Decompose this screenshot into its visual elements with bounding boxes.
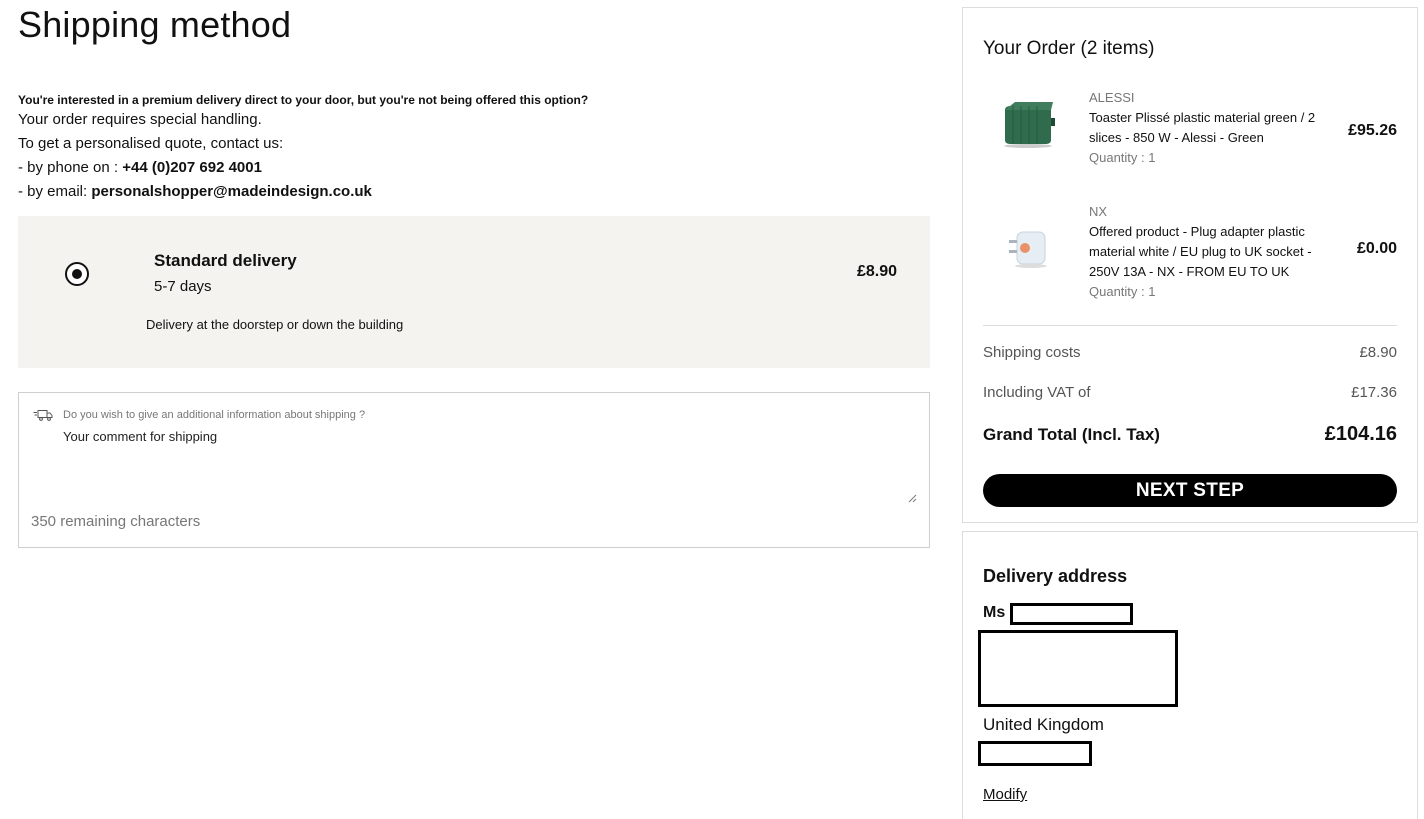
next-step-button[interactable]: NEXT STEP: [983, 474, 1397, 507]
quote-text: To get a personalised quote, contact us:: [18, 135, 284, 152]
item-name[interactable]: Offered product - Plug adapter plastic m…: [1089, 222, 1335, 282]
toaster-product-image: [1004, 102, 1055, 148]
summary-divider: [983, 325, 1397, 326]
shipping-comment-input[interactable]: [59, 427, 919, 505]
shipping-comment-box: Do you wish to give an additional inform…: [18, 392, 930, 548]
email-prefix: - by email:: [18, 183, 92, 200]
truck-icon: [33, 410, 53, 421]
special-handling-text: Your order requires special handling.: [18, 111, 262, 128]
shipping-option-name: Standard delivery: [154, 251, 297, 270]
grand-total-label: Grand Total (Incl. Tax): [983, 424, 1160, 444]
shipping-comment-question: Do you wish to give an additional inform…: [63, 409, 366, 421]
delivery-address-card: Delivery address Ms United Kingdom Modif…: [962, 531, 1418, 819]
resize-grip-icon[interactable]: [907, 493, 917, 503]
shipping-option-standard[interactable]: Standard delivery 5-7 days £8.90 Deliver…: [18, 216, 930, 368]
order-summary: Your Order (2 items) ALESSI Toaster Plis…: [962, 7, 1418, 523]
item-price: £0.00: [1356, 240, 1397, 257]
email-line: - by email: personalshopper@madeindesign…: [18, 180, 918, 204]
address-country: United Kingdom: [983, 715, 1104, 734]
shipping-option-price: £8.90: [856, 263, 897, 280]
phone-prefix: - by phone on :: [18, 159, 123, 176]
standard-delivery-radio[interactable]: [65, 262, 89, 286]
modify-address-link[interactable]: Modify: [983, 786, 1027, 803]
item-brand: ALESSI: [1089, 90, 1135, 105]
vat-label: Including VAT of: [983, 384, 1091, 401]
shipping-option-description: Delivery at the doorstep or down the bui…: [146, 317, 404, 332]
redacted-name: [1010, 603, 1133, 625]
vat-row: Including VAT of £17.36: [983, 384, 1397, 401]
item-quantity: Quantity : 1: [1089, 150, 1156, 165]
item-price: £95.26: [1348, 122, 1397, 139]
order-item: ALESSI Toaster Plissé plastic material g…: [983, 88, 1397, 178]
shipping-costs-row: Shipping costs £8.90: [983, 344, 1397, 361]
plug-adapter-product-image: [1009, 231, 1047, 268]
special-handling-notice: You're interested in a premium delivery …: [18, 92, 918, 204]
shipping-option-days: 5-7 days: [154, 278, 212, 295]
delivery-address-title: Delivery address: [983, 566, 1128, 586]
order-item: NX Offered product - Plug adapter plasti…: [983, 202, 1397, 312]
phone-number[interactable]: +44 (0)207 692 4001: [122, 159, 262, 176]
phone-line: - by phone on : +44 (0)207 692 4001: [18, 156, 918, 180]
premium-delivery-question: You're interested in a premium delivery …: [18, 93, 589, 107]
grand-total-value: £104.16: [1324, 423, 1397, 445]
remaining-characters: 350 remaining characters: [31, 513, 201, 530]
redacted-phone: [978, 741, 1092, 766]
item-quantity: Quantity : 1: [1089, 284, 1156, 299]
page-title: Shipping method: [18, 4, 292, 45]
item-brand: NX: [1089, 204, 1108, 219]
vat-value: £17.36: [1351, 384, 1397, 401]
email-address[interactable]: personalshopper@madeindesign.co.uk: [91, 183, 372, 200]
radio-selected-dot: [72, 269, 82, 279]
address-salutation: Ms: [983, 604, 1006, 621]
item-name[interactable]: Toaster Plissé plastic material green / …: [1089, 108, 1335, 148]
order-title: Your Order (2 items): [983, 38, 1155, 59]
shipping-costs-value: £8.90: [1359, 344, 1397, 361]
grand-total-row: Grand Total (Incl. Tax) £104.16: [983, 423, 1397, 446]
shipping-costs-label: Shipping costs: [983, 344, 1081, 361]
redacted-street-address: [978, 630, 1178, 707]
